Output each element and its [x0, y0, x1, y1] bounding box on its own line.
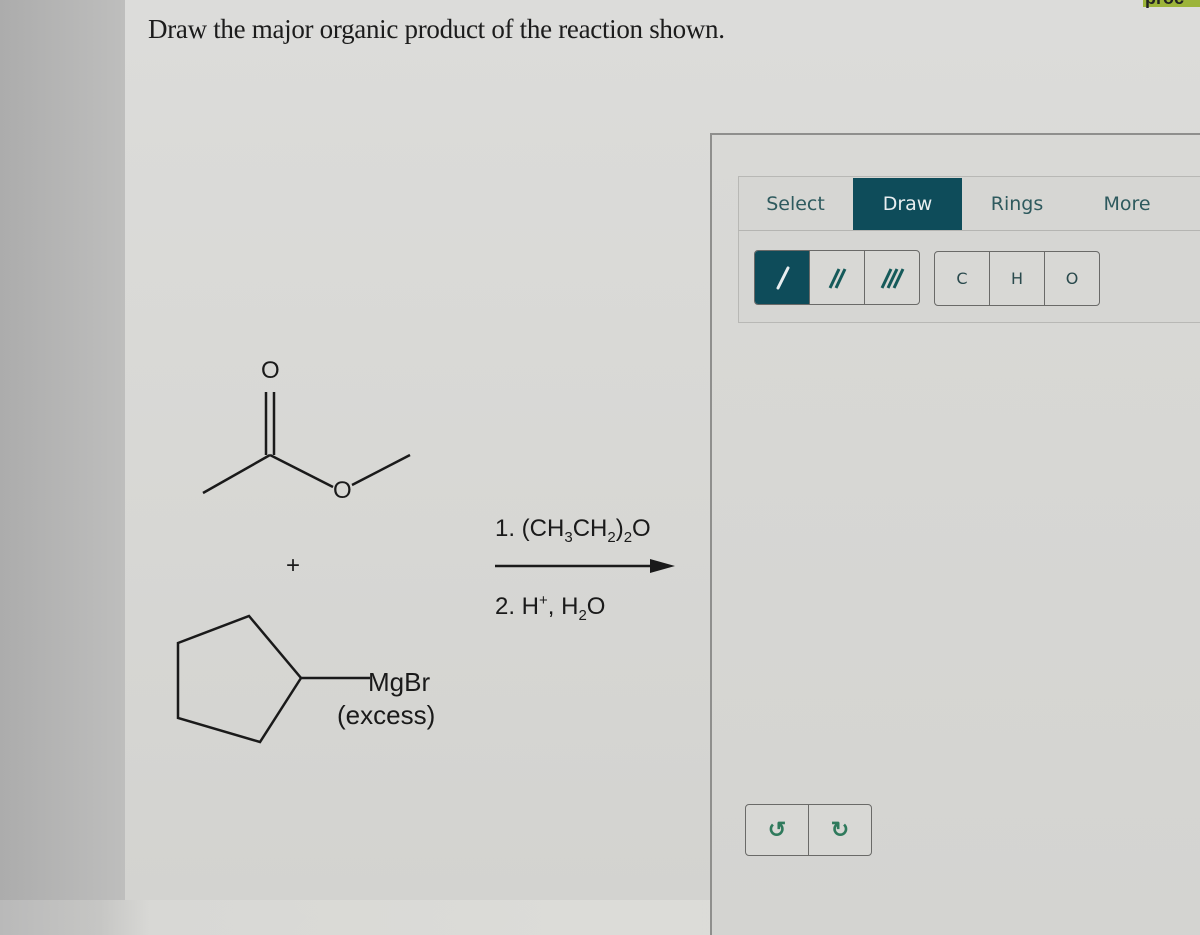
atom-hydrogen-button[interactable]: H [990, 252, 1045, 305]
cond2-sub: 2 [578, 606, 587, 624]
cond1-text: O [632, 515, 651, 542]
cond2-sup: + [539, 592, 548, 609]
cond1-text: 1. (CH [495, 515, 565, 542]
history-controls: ↺ ↻ [745, 804, 872, 856]
cond1-sub: 2 [607, 528, 616, 546]
cyclopentane-ring [176, 614, 303, 744]
reaction-structures [176, 392, 675, 744]
triple-bond-icon [880, 267, 905, 289]
reaction-arrow [495, 559, 675, 573]
cond1-text: CH [572, 515, 608, 542]
arrow-head [650, 559, 675, 573]
cond1-sub: 3 [564, 528, 573, 546]
atom-tool-group: C H O [934, 251, 1100, 306]
plus-sign: + [286, 552, 301, 579]
triple-bond-button[interactable] [865, 251, 919, 304]
tab-draw[interactable]: Draw [853, 178, 962, 230]
cond2-text: O [586, 593, 606, 620]
single-bond-icon [776, 266, 790, 289]
condition-step-2: 2. H+, H2O [495, 592, 605, 624]
carbonyl-oxygen-label: O [261, 357, 280, 384]
condition-step-1: 1. (CH3CH2)2O [495, 515, 651, 546]
methyl-acetate-structure [202, 392, 411, 495]
bond-tool-group [754, 250, 920, 305]
cond2-text: , H [547, 593, 579, 620]
bond-ester-o-methyl [351, 453, 411, 487]
cond2-text: 2. H [495, 593, 540, 620]
tab-rings[interactable]: Rings [962, 178, 1072, 230]
tab-more[interactable]: More [1072, 178, 1182, 230]
cond1-sub: 2 [623, 528, 633, 546]
tab-select[interactable]: Select [738, 178, 853, 230]
header-banner-text: proc [1145, 0, 1184, 9]
atom-carbon-button[interactable]: C [935, 252, 990, 305]
editor-tabs: Select Draw Rings More [738, 178, 1200, 231]
redo-icon: ↻ [830, 817, 850, 842]
undo-button[interactable]: ↺ [746, 805, 809, 855]
double-bond-button[interactable] [810, 251, 865, 304]
single-bond-button[interactable] [755, 251, 810, 304]
redo-button[interactable]: ↻ [809, 805, 871, 855]
bond-methyl-carbonyl [202, 453, 271, 495]
header-banner: proc [1143, 0, 1200, 9]
undo-icon: ↺ [767, 817, 787, 842]
atom-oxygen-button[interactable]: O [1045, 252, 1099, 305]
mgbr-label: MgBr [368, 667, 431, 697]
cond1-text: ) [615, 515, 624, 542]
double-bond-icon [828, 267, 847, 289]
excess-note: (excess) [337, 700, 436, 730]
ester-oxygen-label: O [333, 477, 352, 504]
bond-carbonyl-ester-o [269, 453, 334, 489]
reaction-scheme: O O + MgBr (excess) 1. (CH3CH2)2O 2. H+,… [0, 0, 720, 900]
